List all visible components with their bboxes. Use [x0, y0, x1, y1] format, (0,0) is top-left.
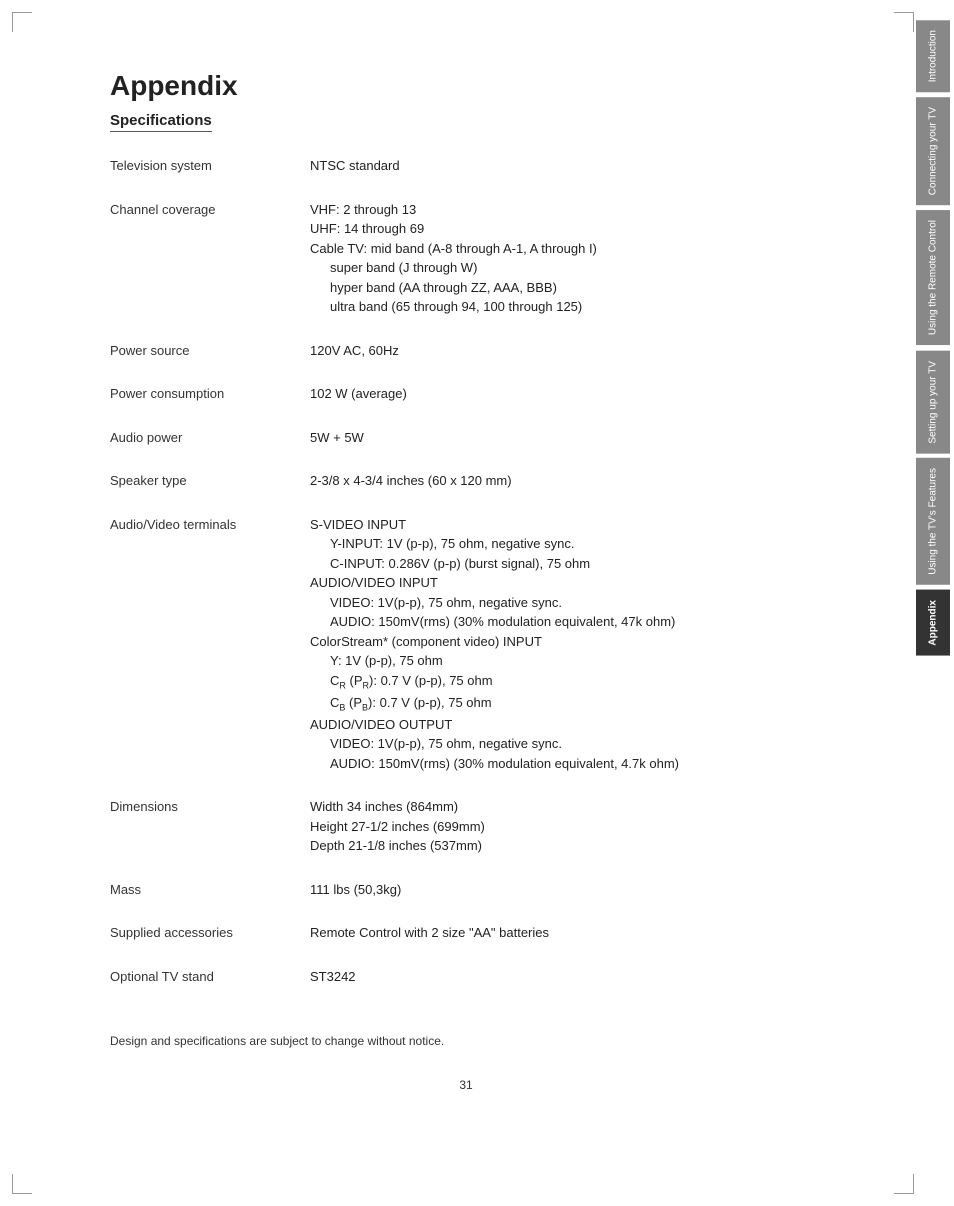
corner-tr [894, 12, 914, 32]
spacer-row [110, 905, 822, 917]
spacer-row [110, 323, 822, 335]
spec-value: 111 lbs (50,3kg) [310, 874, 822, 906]
spacer-row [110, 410, 822, 422]
sidebar-tab-using-the-remote-control[interactable]: Using the Remote Control [916, 210, 950, 345]
spec-value: 102 W (average) [310, 378, 822, 410]
spec-value: VHF: 2 through 13UHF: 14 through 69Cable… [310, 194, 822, 323]
page-container: Introduction Connecting your TV Using the … [0, 0, 954, 1206]
corner-tl [12, 12, 32, 32]
spec-value: Remote Control with 2 size "AA" batterie… [310, 917, 822, 949]
table-row: Supplied accessoriesRemote Control with … [110, 917, 822, 949]
spacer-row [110, 453, 822, 465]
spacer-row [110, 949, 822, 961]
table-row: Mass111 lbs (50,3kg) [110, 874, 822, 906]
spec-value: Width 34 inches (864mm)Height 27-1/2 inc… [310, 791, 822, 862]
table-row: Audio power5W + 5W [110, 422, 822, 454]
spacer-row [110, 182, 822, 194]
spec-value: S-VIDEO INPUTY-INPUT: 1V (p-p), 75 ohm, … [310, 509, 822, 780]
spec-label: Audio power [110, 422, 310, 454]
spec-value: NTSC standard [310, 150, 822, 182]
page-number: 31 [110, 1078, 822, 1092]
spec-value: ST3242 [310, 961, 822, 993]
spec-label: Supplied accessories [110, 917, 310, 949]
spec-label: Mass [110, 874, 310, 906]
spec-label: Optional TV stand [110, 961, 310, 993]
sidebar-tab-connecting-your-tv[interactable]: Connecting your TV [916, 97, 950, 205]
table-row: Optional TV standST3242 [110, 961, 822, 993]
spacer-row [110, 862, 822, 874]
table-row: Power source120V AC, 60Hz [110, 335, 822, 367]
section-title: Specifications [110, 112, 212, 132]
table-row: Speaker type2-3/8 x 4-3/4 inches (60 x 1… [110, 465, 822, 497]
table-row: Television systemNTSC standard [110, 150, 822, 182]
spec-value: 2-3/8 x 4-3/4 inches (60 x 120 mm) [310, 465, 822, 497]
corner-br [894, 1174, 914, 1194]
spec-table: Television systemNTSC standardChannel co… [110, 150, 822, 1004]
sidebar-tab-appendix[interactable]: Appendix [916, 590, 950, 656]
spec-label: Channel coverage [110, 194, 310, 323]
spec-label: Television system [110, 150, 310, 182]
table-row: Channel coverageVHF: 2 through 13UHF: 14… [110, 194, 822, 323]
spec-label: Audio/Video terminals [110, 509, 310, 780]
corner-bl [12, 1174, 32, 1194]
spec-label: Power source [110, 335, 310, 367]
spacer-row [110, 779, 822, 791]
sidebar-tabs: Introduction Connecting your TV Using the … [916, 0, 954, 1206]
main-content: Appendix Specifications Television syste… [60, 40, 852, 1122]
table-row: Audio/Video terminalsS-VIDEO INPUTY-INPU… [110, 509, 822, 780]
spec-label: Speaker type [110, 465, 310, 497]
spec-value: 5W + 5W [310, 422, 822, 454]
spacer-row [110, 366, 822, 378]
table-row: Power consumption102 W (average) [110, 378, 822, 410]
page-title: Appendix [110, 70, 822, 102]
spacer-row [110, 497, 822, 509]
sidebar-tab-using-the-tv's-features[interactable]: Using the TV's Features [916, 458, 950, 585]
sidebar-tab-introduction[interactable]: Introduction [916, 20, 950, 92]
footnote: Design and specifications are subject to… [110, 1034, 822, 1048]
table-row: DimensionsWidth 34 inches (864mm)Height … [110, 791, 822, 862]
sidebar-tab-setting-up-your-tv[interactable]: Setting up your TV [916, 351, 950, 454]
spec-label: Power consumption [110, 378, 310, 410]
spacer-row [110, 992, 822, 1004]
spec-value: 120V AC, 60Hz [310, 335, 822, 367]
spec-label: Dimensions [110, 791, 310, 862]
